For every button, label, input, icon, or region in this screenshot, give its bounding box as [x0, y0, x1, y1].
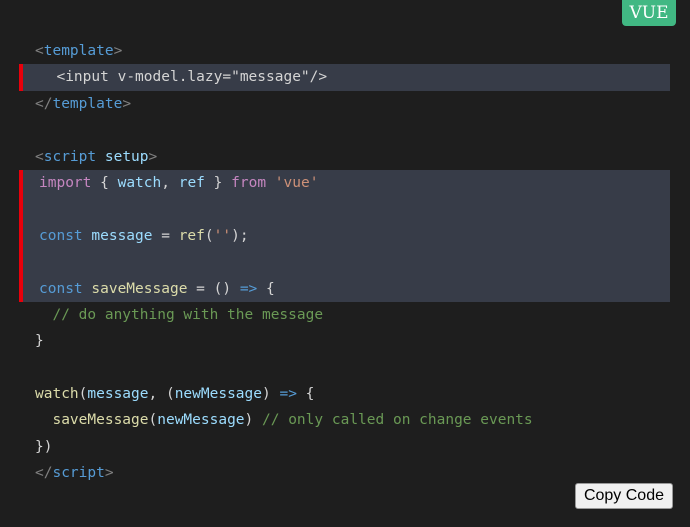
token: from — [231, 174, 267, 191]
token: , ( — [148, 386, 175, 403]
token: { — [91, 174, 118, 191]
token: < — [39, 69, 66, 86]
token: < — [35, 148, 44, 165]
token: script — [52, 465, 105, 482]
language-badge: VUE — [622, 0, 676, 26]
token: </ — [35, 95, 53, 112]
token: = — [152, 227, 179, 244]
token: ( — [204, 227, 214, 244]
token: script — [43, 148, 97, 165]
token: => — [279, 386, 297, 403]
highlighted-code-line-empty — [19, 196, 670, 223]
token: , — [161, 174, 179, 191]
token: "message" — [231, 69, 310, 86]
token: ( — [148, 412, 158, 429]
token: ref — [178, 174, 205, 191]
highlighted-code-line: const message = ref(''); — [19, 222, 670, 250]
token: /> — [309, 69, 328, 86]
token: const — [39, 227, 83, 244]
copy-code-button[interactable]: Copy Code — [574, 483, 673, 509]
token: > — [122, 95, 132, 112]
token: v-model.lazy — [117, 69, 223, 86]
token: setup — [104, 148, 149, 165]
highlighted-code-line: const saveMessage = () => { — [19, 275, 670, 302]
token: newMessage — [174, 386, 263, 403]
token: > — [113, 43, 123, 59]
highlighted-code-line: import { watch, ref } from 'vue' — [19, 169, 670, 197]
token: input — [65, 69, 109, 86]
token: message — [91, 227, 153, 244]
token: = — [222, 69, 232, 86]
highlighted-code-line: <input v-model.lazy="message"/> — [19, 64, 670, 91]
token: watch — [117, 174, 162, 191]
token: </ — [35, 465, 53, 482]
token: ref — [178, 227, 205, 244]
token: > — [104, 465, 114, 482]
token: template — [43, 43, 114, 59]
token: saveMessage — [91, 280, 188, 297]
token: import — [39, 174, 92, 191]
code-line: } — [0, 328, 690, 354]
code-line: <script setup> — [0, 144, 690, 170]
token: { — [296, 386, 315, 403]
token: message — [87, 386, 149, 403]
token: const — [39, 280, 83, 297]
code-line: saveMessage(newMessage) // only called o… — [0, 407, 690, 433]
code-line: </template> — [0, 91, 690, 117]
code-line: }) — [0, 434, 690, 460]
comment: // do anything with the message — [35, 306, 324, 323]
token: 'vue' — [274, 174, 319, 191]
token: saveMessage — [52, 412, 149, 429]
token: => — [239, 280, 258, 297]
code-line: <template> — [0, 38, 690, 64]
token: } — [35, 333, 44, 350]
token: { — [257, 280, 275, 297]
token: } — [204, 174, 232, 191]
code-line: // do anything with the message — [0, 302, 690, 328]
highlighted-code-line-empty — [19, 249, 670, 276]
token: = () — [187, 280, 240, 297]
token: < — [35, 43, 44, 59]
token: }) — [35, 438, 53, 455]
token: template — [52, 95, 123, 112]
token: watch — [35, 386, 79, 403]
token: ) — [244, 412, 263, 429]
token: > — [148, 148, 158, 165]
comment: // only called on change events — [262, 412, 533, 429]
code-block: <template> <input v-model.lazy="message"… — [0, 38, 690, 487]
token: ); — [231, 227, 249, 244]
token: newMessage — [157, 412, 245, 429]
token: '' — [213, 227, 232, 244]
token: ) — [262, 386, 280, 403]
code-line: watch(message, (newMessage) => { — [0, 381, 690, 407]
